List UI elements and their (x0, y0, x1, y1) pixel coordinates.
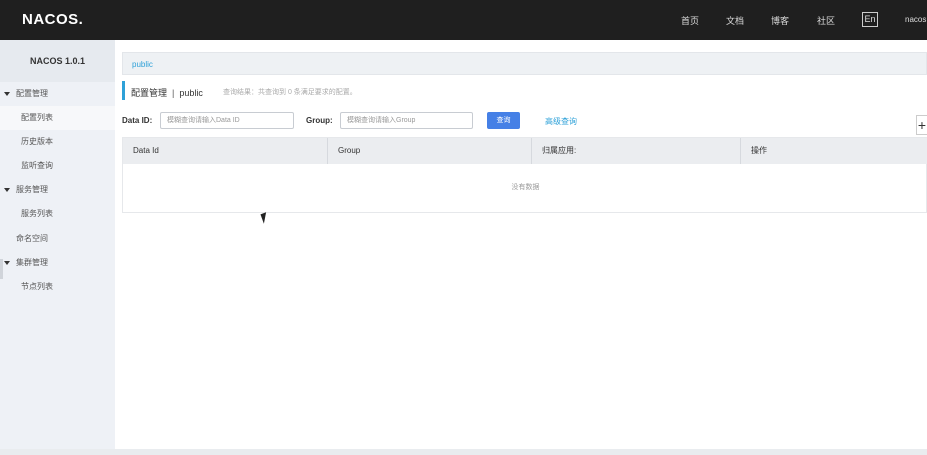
user-menu[interactable]: nacos (905, 15, 926, 24)
sidebar-item-history[interactable]: 历史版本 (0, 130, 115, 154)
sidebar-item-label: 历史版本 (21, 137, 53, 146)
column-header-data-id[interactable]: Data Id (123, 138, 328, 164)
sidebar-group-config[interactable]: 配置管理 (0, 82, 115, 106)
sidebar-title: NACOS 1.0.1 (0, 40, 115, 82)
namespace-bar: public (122, 52, 927, 75)
nav-community-link[interactable]: 社区 (817, 14, 835, 27)
query-button[interactable]: 查询 (487, 112, 520, 129)
sidebar-item-label: 配置列表 (21, 113, 53, 122)
nav-docs-link[interactable]: 文档 (726, 14, 744, 27)
page-title-text: 配置管理 (131, 88, 168, 98)
group-label: Group: (306, 116, 333, 125)
caret-down-icon (4, 92, 10, 96)
group-input[interactable]: 模糊查询请输入Group (340, 112, 473, 129)
sidebar-item-label: 集群管理 (16, 258, 48, 267)
nav-home-link[interactable]: 首页 (681, 14, 699, 27)
caret-down-icon (4, 188, 10, 192)
config-table: Data Id Group 归属应用: 操作 没有数据 (122, 137, 927, 213)
sidebar-item-label: 节点列表 (21, 282, 53, 291)
add-config-button[interactable]: + (916, 115, 927, 135)
top-nav-bar: NACOS. 首页 文档 博客 社区 En nacos (0, 0, 927, 40)
sidebar-item-node-list[interactable]: 节点列表 (0, 275, 115, 299)
page-title-namespace: public (179, 88, 203, 98)
dataid-label: Data ID: (122, 116, 153, 125)
dataid-input[interactable]: 模糊查询请输入Data ID (160, 112, 294, 129)
sidebar-item-label: 服务列表 (21, 209, 53, 218)
sidebar-item-label: 监听查询 (21, 161, 53, 170)
sidebar-group-cluster[interactable]: 集群管理 (0, 251, 115, 275)
sidebar-item-label: 命名空间 (16, 234, 48, 243)
column-header-app[interactable]: 归属应用: (532, 138, 741, 164)
language-switch-button[interactable]: En (862, 12, 878, 27)
nacos-logo[interactable]: NACOS. (22, 11, 83, 28)
main-content: public 配置管理 | public 查询结果：共查询到 0 条满足要求的配置。… (115, 40, 927, 449)
page-title: 配置管理 | public (131, 88, 203, 98)
sidebar-scroll-marker (0, 259, 3, 279)
caret-down-icon (4, 261, 10, 265)
advanced-query-link[interactable]: 高级查询 (545, 116, 577, 127)
sidebar-item-config-list[interactable]: 配置列表 (0, 106, 115, 130)
sidebar-item-label: 配置管理 (16, 89, 48, 98)
sidebar-item-label: 服务管理 (16, 185, 48, 194)
column-header-actions: 操作 (751, 146, 767, 155)
table-empty-state: 没有数据 (511, 184, 540, 191)
nav-blog-link[interactable]: 博客 (771, 14, 789, 27)
sidebar-item-service-list[interactable]: 服务列表 (0, 202, 115, 226)
sidebar-item-listener-query[interactable]: 监听查询 (0, 154, 115, 178)
query-result-hint: 查询结果：共查询到 0 条满足要求的配置。 (223, 89, 357, 96)
bottom-border (0, 449, 927, 455)
sidebar: NACOS 1.0.1 配置管理 配置列表 历史版本 监听查询 服务管理 服务列… (0, 40, 115, 455)
title-accent-bar (122, 81, 125, 100)
sidebar-item-namespace[interactable]: 命名空间 (0, 227, 115, 251)
sidebar-group-service[interactable]: 服务管理 (0, 178, 115, 202)
namespace-public-link[interactable]: public (132, 60, 153, 69)
column-header-group[interactable]: Group (328, 138, 532, 164)
table-header: Data Id Group 归属应用: 操作 (123, 138, 927, 164)
